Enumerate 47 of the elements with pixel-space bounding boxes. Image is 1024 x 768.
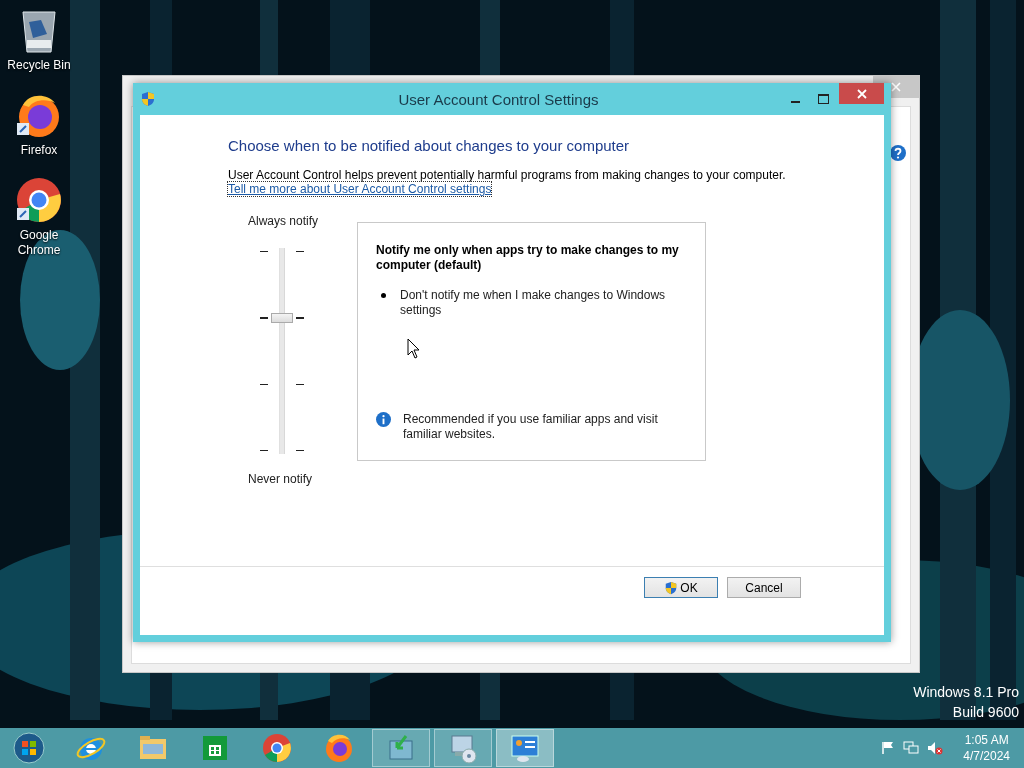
tick-mark (296, 450, 304, 451)
flag-icon[interactable] (881, 741, 896, 755)
dialog-heading: Choose when to be notified about changes to your computer (228, 137, 631, 154)
tick-mark (260, 317, 268, 319)
window-title: User Account Control Settings (397, 90, 600, 108)
taskbar-item[interactable] (372, 729, 430, 767)
bullet-text: Don't notify me when I make changes to Windows settings (400, 288, 667, 318)
desktop-icon-label[interactable]: Recycle Bin (3, 58, 75, 73)
edition-text: Windows 8.1 Pro (913, 684, 1019, 700)
description-text: User Account Control helps prevent potentially harmful programs from making changes to your computer. (228, 168, 787, 182)
slider-thumb[interactable] (271, 312, 293, 323)
bullet-icon (381, 293, 386, 298)
taskbar-item[interactable] (496, 729, 554, 767)
muted-speaker-icon[interactable] (927, 741, 944, 755)
maximize-icon (817, 94, 829, 104)
build-text: Build 9600 (952, 704, 1019, 720)
desktop-icon-label[interactable]: Firefox (3, 143, 75, 158)
desktop-icon-label[interactable]: Google Chrome (3, 228, 75, 258)
close-icon (891, 82, 901, 92)
ok-button[interactable]: OK (644, 577, 718, 598)
tick-mark (296, 251, 304, 252)
recommendation-text: Recommended if you use familiar apps and visit familiar websites. (403, 412, 659, 442)
help-link[interactable]: Tell me more about User Account Control settings (228, 182, 492, 196)
tick-mark (296, 317, 304, 319)
start-icon[interactable] (13, 732, 45, 764)
tick-mark (260, 384, 268, 385)
shield-icon (140, 91, 156, 107)
shield-icon (664, 580, 679, 595)
info-icon (376, 412, 391, 427)
level-title: Notify me only when apps try to make changes to my computer (default) (376, 243, 680, 273)
minimize-icon (790, 101, 800, 103)
tick-mark (260, 450, 268, 451)
close-button[interactable] (839, 83, 884, 104)
control-panel-icon[interactable] (509, 732, 541, 764)
mouse-cursor-icon (407, 338, 420, 359)
network-icon[interactable] (903, 741, 920, 755)
clock-time: 1:05 AM (964, 732, 1009, 748)
clock-date: 4/7/2024 (963, 748, 1010, 764)
close-icon (856, 88, 867, 99)
slider-bottom-label: Never notify (248, 472, 314, 486)
chrome-icon[interactable] (15, 176, 63, 224)
cancel-button[interactable]: Cancel (727, 577, 801, 598)
tick-mark (296, 384, 304, 385)
slider-top-label: Always notify (248, 214, 320, 228)
tick-mark (260, 251, 268, 252)
taskbar-item[interactable] (434, 729, 492, 767)
help-icon[interactable] (890, 145, 906, 161)
